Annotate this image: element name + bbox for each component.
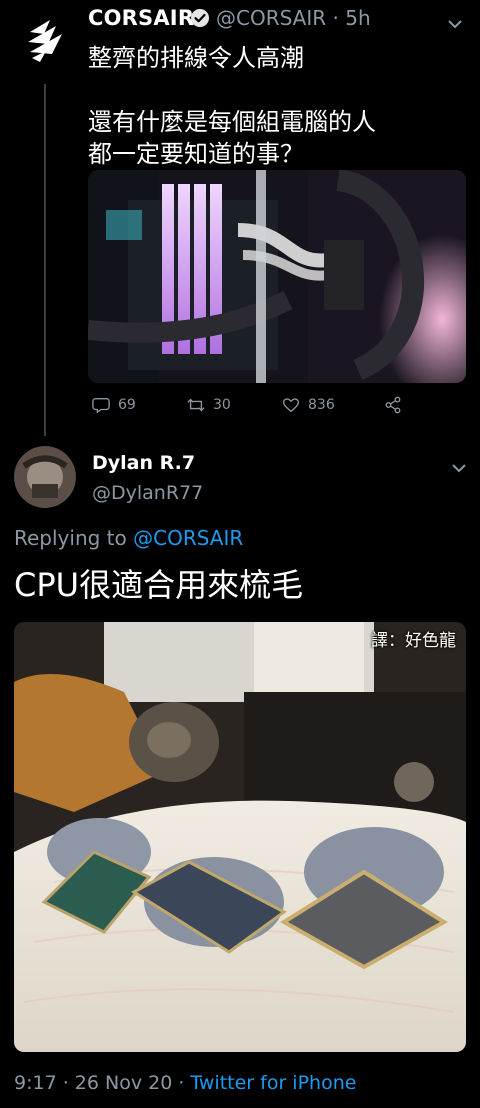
timestamp-text[interactable]: 9:17 · 26 Nov 20 · [14,1072,190,1094]
watermark: 譯：好色龍 [371,631,456,651]
like-count: 836 [308,397,335,413]
tweet2-handle[interactable]: @DylanR77 [92,482,203,504]
separator-dot: · [326,6,346,30]
retweet-button[interactable]: 30 [187,396,231,414]
retweet-icon [187,398,205,412]
mention-link[interactable]: @CORSAIR [133,526,243,550]
tweet1-actions: 69 30 836 [92,396,422,420]
reply-icon [92,398,110,414]
chevron-down-icon[interactable] [452,458,466,473]
tweet2-display-name[interactable]: Dylan R.7 [92,452,195,474]
tweet1-photo[interactable] [88,170,466,383]
dylan-avatar-image [14,446,76,508]
retweet-count: 30 [213,397,231,413]
replying-to: Replying to @CORSAIR [14,526,243,550]
tweet1-text: 整齊的排線令人高潮 還有什麼是每個組電腦的人 都一定要知道的事？ [88,44,376,168]
tweet2-photo[interactable]: 譯：好色龍 [14,622,466,1052]
thread-line [44,84,46,436]
corsair-logo-avatar[interactable] [26,18,66,64]
share-icon [385,396,401,414]
like-button[interactable]: 836 [282,396,335,414]
corsair-sails-icon [28,20,62,62]
tweet2-text: CPU很適合用來梳毛 [14,566,304,604]
tweet1-handle[interactable]: @CORSAIR [216,6,326,30]
chevron-down-icon[interactable] [448,14,462,29]
tweet1-time[interactable]: 5h [345,6,370,30]
cat-cpu-image [14,622,466,1052]
like-icon [282,398,300,413]
verified-badge-icon [190,8,210,28]
source-link[interactable]: Twitter for iPhone [190,1072,356,1094]
reply-count: 69 [118,397,136,413]
tweet1-handle-time[interactable]: @CORSAIR · 5h [216,6,371,30]
pc-build-image [88,170,466,383]
tweet1-display-name[interactable]: CORSAIR [88,6,194,30]
reply-button[interactable]: 69 [92,396,136,414]
share-button[interactable] [384,396,402,414]
replying-prefix: Replying to [14,526,127,550]
tweet-timestamp: 9:17 · 26 Nov 20 · Twitter for iPhone [14,1072,356,1094]
avatar[interactable] [14,446,76,508]
